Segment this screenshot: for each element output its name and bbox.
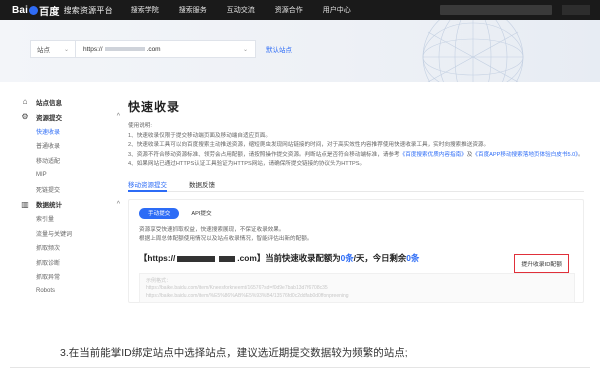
api-submit-button[interactable]: API提交 <box>191 209 211 217</box>
desc-line: 根据上周总体配额使用情况以及站点收录情况，智能评估出新的配额。 <box>139 235 313 242</box>
quota-description: 资源享受快速抓取权益，快速搜索展现，不保证收录效果。 根据上周总体配额使用情况以… <box>139 226 575 244</box>
quota-suffix: .com】当前快速收录配额为 <box>237 252 341 263</box>
placeholder-line: 示例格式： <box>146 277 172 284</box>
chevron-down-icon: ⌄ <box>63 46 69 53</box>
user-area[interactable] <box>562 5 590 15</box>
site-banner: 站点 ⌄ https:// .com ⌄ 默认站点 <box>0 20 600 82</box>
globe-graphic <box>422 20 524 82</box>
logo-text-cn: 百度 <box>39 6 60 18</box>
chevron-down-icon: ⌄ <box>242 46 248 53</box>
sidebar: ⌂ 站点信息 ⚙ 资源提交 ^ 快速收录 普通收录 移动适配 MIP 死链提交 … <box>20 94 120 299</box>
settings-icon: ⚙ <box>21 112 29 121</box>
paw-icon <box>29 5 39 15</box>
sidebar-item-robots[interactable]: Robots <box>20 284 120 299</box>
placeholder-line: https://baike.baidu.com/item/Kneesforkne… <box>146 285 328 292</box>
sidebar-item-traffic-keywords[interactable]: 流量与关键词 <box>20 226 120 241</box>
masked-domain <box>177 255 216 262</box>
logo-text: Bai <box>12 4 29 16</box>
tab-mobile-submit[interactable]: 移动资源提交 <box>128 176 167 192</box>
usage-line: 2、快速收录工具可以向百度搜索主动推送资源，缩短爬虫发现网站链接的时间，对于高实… <box>128 142 490 149</box>
nav-item[interactable]: 互动交流 <box>227 5 255 15</box>
sidebar-item-normal-index[interactable]: 普通收录 <box>20 139 120 154</box>
nav-item[interactable]: 搜索学院 <box>131 5 159 15</box>
masked-domain <box>104 46 145 51</box>
usage-title: 使用说明: <box>128 123 152 129</box>
site-type-label: 站点 <box>37 47 50 54</box>
usage-notes: 使用说明: 1、快速收录仅限于提交移动端页面及移动端自适应页面。 2、快速收录工… <box>128 122 584 170</box>
sidebar-group-site-info[interactable]: ⌂ 站点信息 <box>20 94 120 109</box>
chart-icon: ▥ <box>21 199 29 209</box>
default-site-link[interactable]: 默认站点 <box>266 44 292 54</box>
sidebar-item-deadlink[interactable]: 死链提交 <box>20 182 120 197</box>
sidebar-item-fast-index[interactable]: 快速收录 <box>20 124 120 139</box>
manual-submit-button[interactable]: 手动提交 <box>139 207 180 219</box>
quota-remaining: 0条 <box>406 252 420 263</box>
sidebar-item-mip[interactable]: MIP <box>20 168 120 183</box>
site-selector-row: 站点 ⌄ https:// .com ⌄ 默认站点 <box>30 40 292 58</box>
sidebar-group-data-stats[interactable]: ▥ 数据统计 ^ <box>20 197 120 212</box>
sidebar-item-mobile-adapt[interactable]: 移动适配 <box>20 153 120 168</box>
page-title: 快速收录 <box>128 100 181 114</box>
url-submit-textarea[interactable]: 示例格式： https://baike.baidu.com/item/Knees… <box>139 272 575 303</box>
main-nav: 搜索学院 搜索服务 互动交流 资源合作 用户中心 <box>131 5 371 15</box>
submit-card: 手动提交 API提交 资源享受快速抓取权益，快速搜索展现，不保证收录效果。 根据… <box>128 198 584 303</box>
sidebar-group-resource-submit[interactable]: ⚙ 资源提交 ^ <box>20 109 120 124</box>
quota-prefix: 【https:// <box>139 252 176 263</box>
main-content: 快速收录 使用说明: 1、快速收录仅限于提交移动端页面及移动端自适应页面。 2、… <box>128 92 584 340</box>
guide-link[interactable]: 《百度搜索优质内容指南》 <box>400 152 467 158</box>
raise-quota-button[interactable]: 提升收录ID配额 <box>514 253 569 273</box>
usage-line: 4、如果网站已通过HTTPS认证工具验证为HTTPS网站，请确保所提交链接的协议… <box>128 161 366 168</box>
whitepaper-link[interactable]: 《百度APP移动搜索落地页体验白皮书5.0》 <box>472 152 578 158</box>
home-icon: ⌂ <box>22 97 28 106</box>
usage-line: 1、快速收录仅限于提交移动端页面及移动端自适应页面。 <box>128 132 271 139</box>
nav-item[interactable]: 资源合作 <box>275 5 303 15</box>
top-navbar: Bai 百度 搜索资源平台 搜索学院 搜索服务 互动交流 资源合作 用户中心 <box>0 0 600 20</box>
sidebar-item-index-volume[interactable]: 索引量 <box>20 212 120 227</box>
chevron-up-icon: ^ <box>116 200 120 208</box>
tab-data-feedback[interactable]: 数据反馈 <box>189 176 215 191</box>
placeholder-line: https://baike.baidu.com/item/%E5%86%AB%E… <box>146 292 349 299</box>
quota-text: 【https://.com】当前快速收录配额为0条/天，今日剩余0条 <box>139 252 419 264</box>
resource-tabs: 移动资源提交 数据反馈 <box>128 176 584 192</box>
chevron-up-icon: ^ <box>116 113 120 120</box>
nav-item[interactable]: 用户中心 <box>323 5 351 15</box>
sidebar-group-label: 站点信息 <box>36 99 62 107</box>
sidebar-group-label: 资源提交 <box>36 114 62 122</box>
desc-line: 资源享受快速抓取权益，快速搜索展现，不保证收录效果。 <box>139 226 285 233</box>
masked-domain <box>219 255 236 262</box>
url-prefix: https:// <box>83 45 103 53</box>
url-suffix: .com <box>146 45 161 53</box>
quota-value: 0条 <box>340 252 354 263</box>
sidebar-item-crawl-frequency[interactable]: 抓取频次 <box>20 241 120 256</box>
quota-mid: /天，今日剩余 <box>353 252 407 263</box>
platform-name: 搜索资源平台 <box>63 5 113 15</box>
usage-line: 3、资源不符合移动资源标准、领劳会占用配额，请按照操作提交资源。判断站点是否符合… <box>128 151 584 161</box>
sidebar-group-label: 数据统计 <box>36 202 62 209</box>
sidebar-item-crawl-errors[interactable]: 抓取异常 <box>20 270 120 285</box>
top-search-input[interactable] <box>440 5 552 15</box>
usage-line-text: 3、资源不符合移动资源标准、领劳会占用配额，请按照操作提交资源。判断站点是否符合… <box>128 151 400 158</box>
instruction-caption: 3.在当前能掌ID绑定站点中选择站点，建议选近期提交数据较为频繁的站点; <box>60 347 408 359</box>
quota-status: 【https://.com】当前快速收录配额为0条/天，今日剩余0条 <box>139 252 575 264</box>
site-url-select[interactable]: https:// .com ⌄ <box>76 40 256 58</box>
nav-item[interactable]: 搜索服务 <box>179 5 207 15</box>
divider <box>10 367 590 368</box>
site-type-select[interactable]: 站点 ⌄ <box>30 40 76 58</box>
usage-line-end: 。 <box>578 151 584 158</box>
submit-method-tabs: 手动提交 API提交 <box>139 207 575 219</box>
baidu-logo[interactable]: Bai 百度 搜索资源平台 <box>12 3 113 18</box>
sidebar-item-crawl-diagnosis[interactable]: 抓取诊断 <box>20 255 120 270</box>
site-url-value: https:// .com <box>83 46 161 53</box>
